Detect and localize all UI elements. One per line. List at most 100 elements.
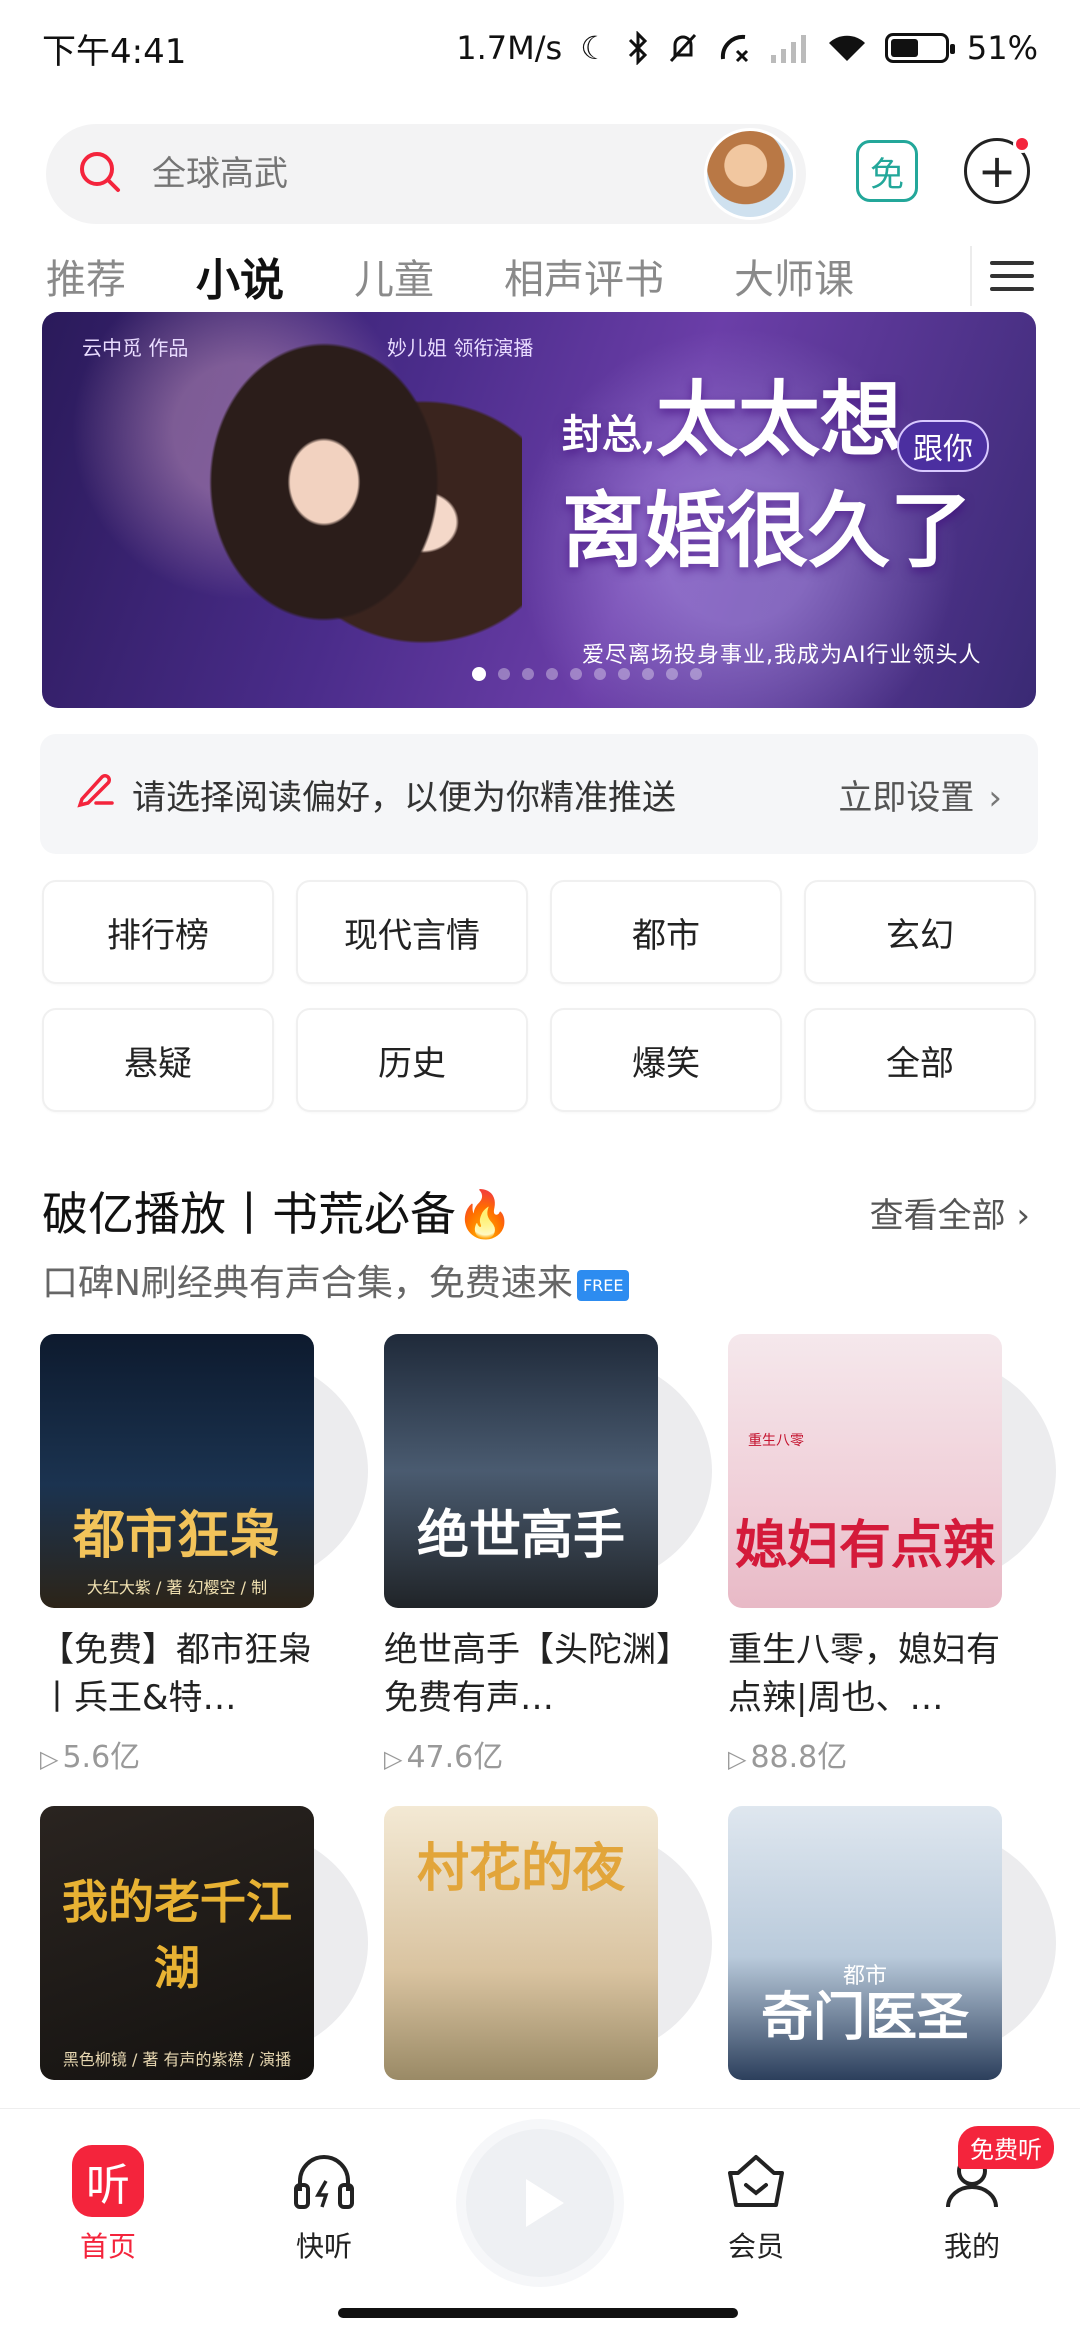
book-cover: 重生八零 媳妇有点辣 [728,1334,1002,1608]
category-tabs: 推荐 小说 儿童 相声评书 大师课 [46,236,1046,316]
crown-basket-icon [720,2145,792,2217]
cover-meta: 大红大紫 / 著 幻樱空 / 制 [86,1578,268,1597]
book-plays: ▷ 47.6亿 [384,1732,698,1776]
book-cover-wrap: 我的老千江湖 黑色柳镜 / 著 有声的紫襟 / 演播 [40,1806,368,2080]
call-icon [717,31,751,65]
category-grid: 排行榜 现代言情 都市 玄幻 悬疑 历史 爆笑 全部 [42,880,1038,1112]
banner-title-line2: 离婚很久了 [562,483,973,579]
book-card[interactable]: 村花的夜 [384,1806,712,2080]
book-cover: 我的老千江湖 黑色柳镜 / 著 有声的紫襟 / 演播 [40,1806,314,2080]
category-mystery[interactable]: 悬疑 [42,1008,274,1112]
menu-icon[interactable] [970,246,1042,306]
status-icons: 1.7M/s ☾ 51% [456,29,1038,67]
pagination-dot [594,668,606,680]
cover-title: 媳妇有点辣 [734,1515,995,1576]
play-button[interactable] [466,2129,614,2277]
book-card[interactable]: 我的老千江湖 黑色柳镜 / 著 有声的紫襟 / 演播 [40,1806,368,2080]
add-button[interactable]: + [964,135,1031,204]
search-icon [76,148,124,200]
section-subtitle: 口碑N刷经典有声合集，免费速来 FREE [42,1254,630,1306]
free-listen-badge: 免费听 [958,2126,1054,2169]
book-title: 重生八零，媳妇有点辣|周也、… [728,1630,1000,1718]
reading-preference-bar[interactable]: 请选择阅读偏好，以便为你精准推送 立即设置 › [40,734,1038,854]
pagination-dot [618,668,630,680]
nav-vip[interactable]: 会员 [686,2145,826,2265]
tab-novel[interactable]: 小说 [196,244,284,308]
free-tag: FREE [576,1269,630,1301]
headphones-icon [288,2145,360,2217]
pagination-dot [498,668,510,680]
battery-percent: 51% [966,29,1038,67]
category-modern-romance[interactable]: 现代言情 [296,880,528,984]
book-card[interactable]: 都市 奇门医圣 [728,1806,1056,2080]
book-cover-wrap: 村花的夜 [384,1806,712,2080]
view-all-link[interactable]: 查看全部 › [870,1188,1030,1237]
cover-title: 绝世高手 [416,1505,625,1566]
nav-vip-label: 会员 [727,2230,784,2263]
free-listen-icon[interactable]: 免 [856,140,918,202]
moon-icon: ☾ [580,29,609,67]
section-subtitle-text: 口碑N刷经典有声合集，免费速来 [42,1263,573,1304]
pagination-dot [570,668,582,680]
nav-home-label: 首页 [79,2230,136,2263]
category-ranking[interactable]: 排行榜 [42,880,274,984]
nav-quick-listen[interactable]: 快听 [254,2145,394,2265]
pagination-dot [690,668,702,680]
banner-title-line1: 太太想 [655,372,902,468]
pagination-dot [546,668,558,680]
cover-title: 村花的夜 [416,1838,625,1899]
chevron-right-icon: › [1016,1196,1030,1236]
home-icon-glyph: 听 [72,2145,144,2217]
wifi-icon [827,33,867,63]
set-now-link[interactable]: 立即设置 › [838,770,1002,819]
tab-recommend[interactable]: 推荐 [46,247,126,305]
book-cover-wrap: 都市 奇门医圣 [728,1806,1056,2080]
mute-bell-icon [667,31,699,65]
banner-pagination [472,667,702,681]
tab-crosstalk[interactable]: 相声评书 [504,247,664,305]
book-card[interactable]: 都市狂枭 大红大紫 / 著 幻樱空 / 制 【免费】都市狂枭丨兵王&特… ▷ 5.… [40,1334,368,1776]
category-comedy[interactable]: 爆笑 [550,1008,782,1112]
book-title: 【免费】都市狂枭丨兵王&特… [40,1630,312,1718]
nav-home[interactable]: 听 首页 [38,2145,178,2265]
book-cover-wrap: 绝世高手 [384,1334,712,1608]
home-indicator[interactable] [338,2308,738,2318]
pagination-dot [522,668,534,680]
search-avatar-icon[interactable] [704,128,796,220]
book-plays: ▷ 5.6亿 [40,1732,354,1776]
banner-author: 云中觅 作品 [82,336,189,360]
banner-illustration [192,322,522,708]
preference-text: 请选择阅读偏好，以便为你精准推送 [132,777,676,818]
nav-mine-label: 我的 [943,2230,1000,2263]
play-count-icon: ▷ [728,1745,747,1773]
banner-badge: 跟你 [897,420,989,472]
book-card[interactable]: 绝世高手 绝世高手【头陀渊】免费有声… ▷ 47.6亿 [384,1334,712,1776]
book-plays: ▷ 88.8亿 [728,1732,1042,1776]
category-fantasy[interactable]: 玄幻 [804,880,1036,984]
book-card[interactable]: 重生八零 媳妇有点辣 重生八零，媳妇有点辣|周也、… ▷ 88.8亿 [728,1334,1056,1776]
search-input[interactable] [152,154,672,194]
play-count-icon: ▷ [384,1745,403,1773]
category-urban[interactable]: 都市 [550,880,782,984]
pagination-dot [642,668,654,680]
search-row: 免 + [46,124,1046,224]
bluetooth-icon [627,31,649,65]
category-all[interactable]: 全部 [804,1008,1036,1112]
bottom-navigation: 听 首页 快听 会员 我的 [0,2108,1080,2340]
banner-title: 封总,太太想 离婚很久了 [562,372,1022,579]
category-history[interactable]: 历史 [296,1008,528,1112]
status-time: 下午4:41 [42,31,187,72]
tab-children[interactable]: 儿童 [354,247,434,305]
home-icon: 听 [72,2145,144,2217]
search-bar[interactable] [46,124,806,224]
pagination-dot [472,667,486,681]
cover-title: 奇门医圣 [760,1987,969,2048]
banner-title-prefix: 封总, [562,411,656,458]
cover-title: 我的老千江湖 [62,1875,292,1995]
tab-masterclass[interactable]: 大师课 [734,247,854,305]
play-count-icon: ▷ [40,1745,59,1773]
notification-dot [1013,135,1031,153]
book-cover: 都市狂枭 大红大紫 / 著 幻樱空 / 制 [40,1334,314,1608]
promo-banner[interactable]: 云中觅 作品 妙儿姐 领衔演播 封总,太太想 离婚很久了 跟你 爱尽离场投身事业… [42,312,1036,708]
play-count: 88.8亿 [750,1740,848,1775]
